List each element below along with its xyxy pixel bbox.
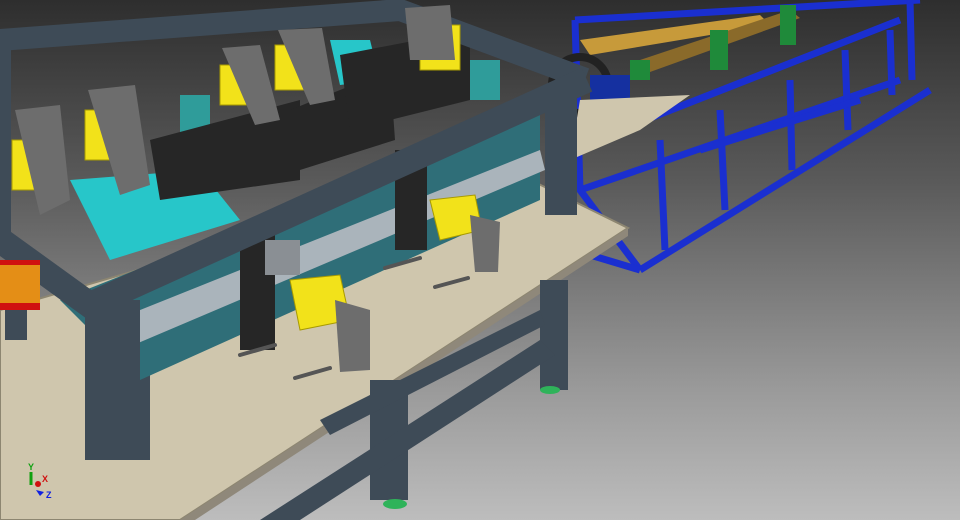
x-axis-icon [35, 481, 41, 487]
spindle-motor [274, 28, 335, 105]
triad-z-label: Z [46, 490, 52, 500]
triad-x-label: X [42, 474, 48, 484]
cad-3d-viewport[interactable]: Y X Z [0, 0, 960, 520]
spindle-motor [219, 45, 280, 125]
assembly-model: Y X Z [0, 0, 932, 520]
side-motor [0, 260, 40, 310]
spindle-motor [11, 105, 70, 215]
triad-y-label: Y [28, 462, 34, 472]
transfer-plate [570, 95, 690, 160]
